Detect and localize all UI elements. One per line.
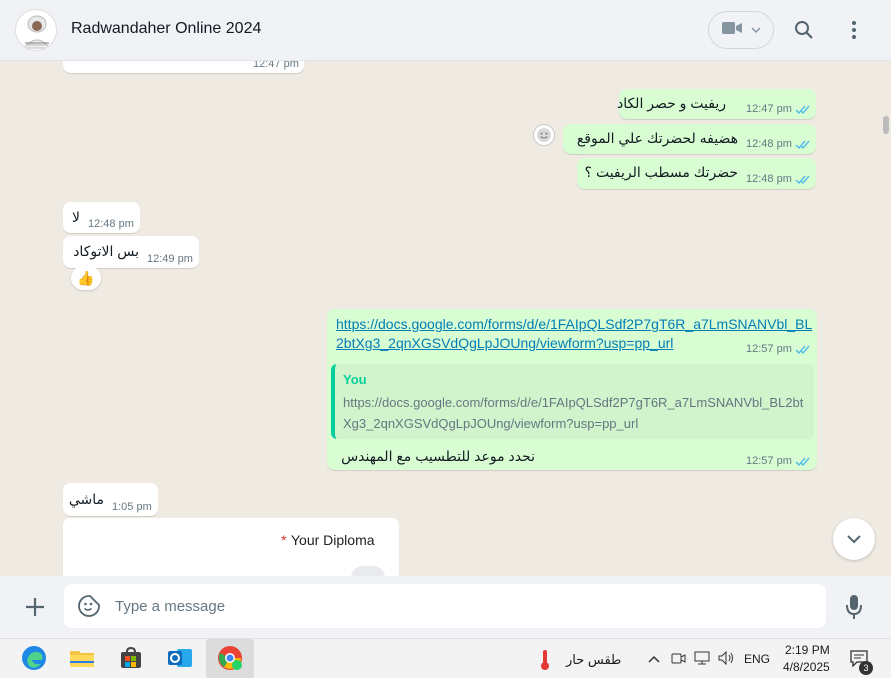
language-indicator[interactable]: ENG xyxy=(744,652,770,666)
message-time: 12:49 pm xyxy=(147,253,193,265)
message-outgoing[interactable]: ريفيت و حصر الكاد 12:47 pm xyxy=(616,89,816,119)
message-time: 12:48 pm xyxy=(88,218,134,230)
double-tick-icon xyxy=(795,175,810,185)
double-tick-icon xyxy=(795,345,810,355)
chat-area[interactable]: 12:47 pm ريفيت و حصر الكاد 12:47 pm هضيف… xyxy=(0,61,891,576)
message-outgoing[interactable]: حضرتك مسطب الريفيت ؟ 12:48 pm xyxy=(577,158,816,189)
required-mark: * xyxy=(281,532,287,548)
form-card-message[interactable]: * Your Diploma xyxy=(63,518,399,576)
network-icon[interactable] xyxy=(693,650,711,671)
chevron-up-icon[interactable] xyxy=(647,651,661,669)
link-line-1[interactable]: https://docs.google.com/forms/d/e/1FAIpQ… xyxy=(336,314,812,334)
message-time: 12:57 pm xyxy=(746,455,792,467)
windows-taskbar: طقس حار ENG 2:19 PM 4/8/2025 3 xyxy=(0,638,891,678)
message-time: 12:57 pm xyxy=(746,343,792,355)
form-option-icon xyxy=(351,566,385,576)
quote-author: You xyxy=(343,372,367,387)
notification-badge: 3 xyxy=(859,661,873,675)
message-text: لا xyxy=(72,209,80,225)
scroll-to-bottom-button[interactable] xyxy=(833,518,875,560)
message-time: 12:48 pm xyxy=(746,138,792,150)
message-incoming[interactable]: لا 12:48 pm xyxy=(63,202,140,233)
chevron-down-icon xyxy=(751,21,761,39)
message-time: 12:47 pm xyxy=(746,103,792,115)
file-explorer-icon[interactable] xyxy=(68,644,96,672)
plus-icon[interactable] xyxy=(24,596,46,623)
message-text: ماشي xyxy=(68,491,104,507)
composer-bar: Type a message xyxy=(0,576,891,638)
message-text: ريفيت و حصر الكاد xyxy=(616,95,726,111)
message-placeholder: Type a message xyxy=(115,598,226,615)
message-incoming[interactable]: بس الاتوكاد 12:49 pm xyxy=(63,236,199,268)
smiley-react-icon[interactable] xyxy=(533,124,555,146)
chat-title[interactable]: Radwandaher Online 2024 xyxy=(71,20,261,38)
thumbs-up-reaction[interactable]: 👍 xyxy=(71,266,101,290)
message-incoming[interactable]: 12:47 pm xyxy=(63,61,304,73)
message-text: هضيفه لحضرتك علي الموقع xyxy=(576,130,738,146)
edge-browser-icon[interactable] xyxy=(20,644,48,672)
quote-text-line-2: Xg3_2qnXGSVdQgLpJOUng/viewform?usp=pp_ur… xyxy=(343,416,639,431)
link-line-2[interactable]: 2btXg3_2qnXGSVdQgLpJOUng/viewform?usp=pp… xyxy=(336,333,673,353)
message-incoming[interactable]: ماشي 1:05 pm xyxy=(63,483,158,516)
double-tick-icon xyxy=(795,457,810,467)
kebab-menu-icon[interactable] xyxy=(842,18,866,42)
contact-avatar[interactable] xyxy=(15,9,57,51)
message-text: بس الاتوكاد xyxy=(73,243,139,259)
microphone-icon[interactable] xyxy=(845,594,863,625)
weather-text[interactable]: طقس حار xyxy=(566,652,621,668)
chevron-down-icon xyxy=(847,535,861,544)
quoted-message[interactable]: You https://docs.google.com/forms/d/e/1F… xyxy=(331,364,814,439)
video-call-button[interactable] xyxy=(708,11,774,49)
sticker-icon[interactable] xyxy=(77,594,101,623)
volume-icon[interactable] xyxy=(717,650,735,671)
message-outgoing[interactable]: هضيفه لحضرتك علي الموقع 12:48 pm xyxy=(563,124,816,154)
clock-time[interactable]: 2:19 PM xyxy=(785,643,830,657)
thermometer-icon[interactable] xyxy=(538,649,552,676)
form-field-title: Your Diploma xyxy=(291,532,375,548)
microsoft-store-icon[interactable] xyxy=(117,644,145,672)
message-text: حضرتك مسطب الريفيت ؟ xyxy=(584,164,738,180)
message-time: 12:48 pm xyxy=(746,173,792,185)
clock-date[interactable]: 4/8/2025 xyxy=(783,660,830,674)
chrome-whatsapp-icon[interactable] xyxy=(216,644,244,672)
message-time: 1:05 pm xyxy=(112,501,152,513)
double-tick-icon xyxy=(795,105,810,115)
outlook-icon[interactable] xyxy=(166,644,194,672)
video-camera-icon xyxy=(721,20,743,41)
meet-now-icon[interactable] xyxy=(670,650,686,671)
double-tick-icon xyxy=(795,140,810,150)
quote-text-line-1: https://docs.google.com/forms/d/e/1FAIpQ… xyxy=(343,395,804,410)
scrollbar-thumb[interactable] xyxy=(883,116,889,134)
search-icon[interactable] xyxy=(792,18,816,42)
message-text: نحدد موعد للتطسيب مع المهندس xyxy=(341,448,535,464)
chat-header: Radwandaher Online 2024 xyxy=(0,0,891,61)
message-time: 12:47 pm xyxy=(253,61,299,70)
